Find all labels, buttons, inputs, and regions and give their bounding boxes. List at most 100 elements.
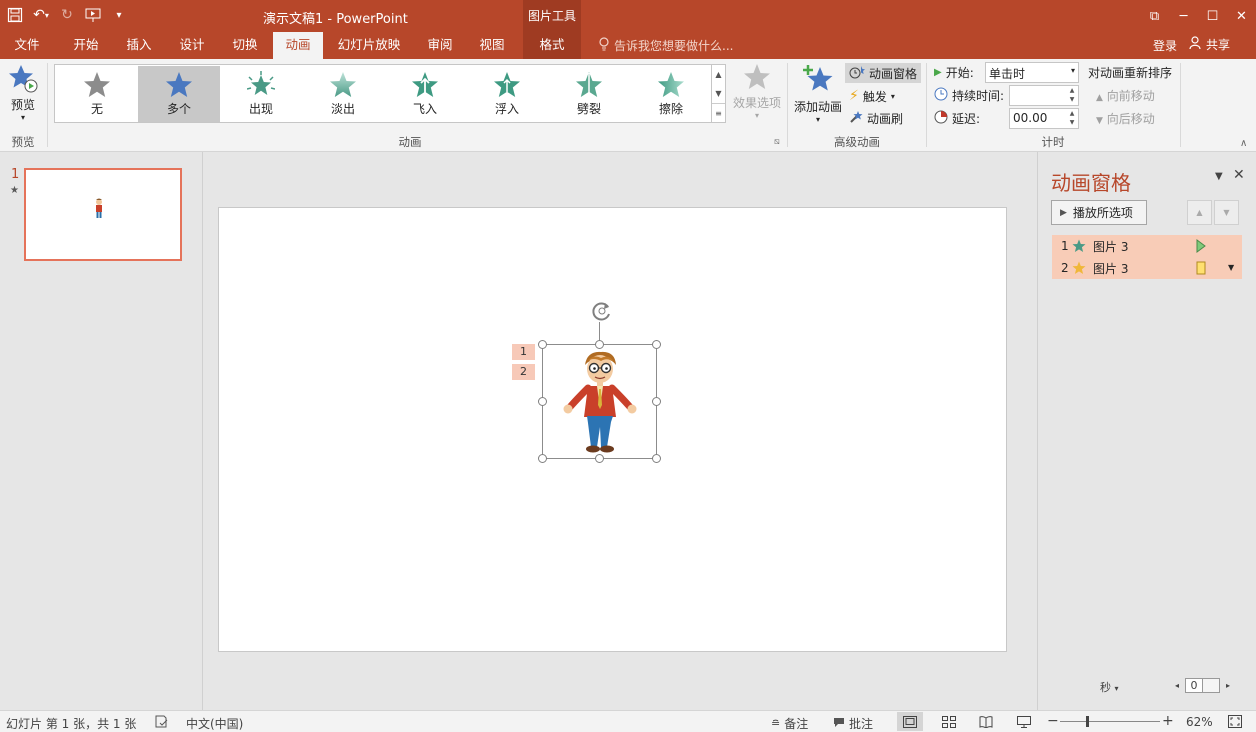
- slideshow-view-icon[interactable]: [1011, 712, 1037, 731]
- ribbon-display-options-icon[interactable]: ⧉: [1140, 0, 1169, 32]
- save-icon[interactable]: [4, 4, 26, 26]
- rotate-handle-icon[interactable]: [590, 299, 614, 323]
- animation-float-in[interactable]: 浮入: [466, 66, 548, 122]
- resize-handle[interactable]: [538, 454, 547, 463]
- minimize-icon[interactable]: ─: [1169, 0, 1198, 32]
- delay-input[interactable]: 00.00 ▲ ▼: [1009, 108, 1079, 129]
- ribbon: 预览 ▾ 预览 无 多个 出现 淡出 飞入 浮入 劈裂 擦除 ▲ ▼ ≡ 效果选…: [0, 59, 1256, 152]
- animation-split[interactable]: 劈裂: [548, 66, 630, 122]
- slide-thumbnail[interactable]: [24, 168, 182, 261]
- share-button[interactable]: 共享: [1189, 36, 1230, 53]
- animation-index: 1: [1061, 239, 1069, 253]
- gallery-more-icon[interactable]: ≡: [712, 103, 725, 122]
- tab-slideshow[interactable]: 幻灯片放映: [332, 32, 406, 59]
- tab-review[interactable]: 审阅: [418, 32, 462, 59]
- slide-sorter-view-icon[interactable]: [936, 712, 962, 731]
- comments-button[interactable]: 批注: [833, 715, 873, 732]
- tab-transitions[interactable]: 切换: [223, 32, 267, 59]
- preview-button[interactable]: 预览 ▾: [4, 63, 42, 122]
- animation-multiple[interactable]: 多个: [138, 66, 220, 122]
- trigger-button[interactable]: ⚡ 触发 ▾: [849, 86, 895, 106]
- add-animation-dropdown-icon: ▾: [815, 115, 820, 124]
- start-slideshow-icon[interactable]: [82, 4, 104, 26]
- animation-none[interactable]: 无: [56, 66, 138, 122]
- play-selected-button[interactable]: ▶ 播放所选项: [1051, 200, 1147, 225]
- separator: [787, 63, 788, 147]
- animation-tag[interactable]: 2: [512, 364, 535, 380]
- seconds-menu[interactable]: 秒 ▾: [1100, 679, 1119, 695]
- close-pane-icon[interactable]: ✕: [1233, 167, 1245, 183]
- animation-appear[interactable]: 出现: [220, 66, 302, 122]
- move-later-button[interactable]: ▼ 向后移动: [1096, 110, 1155, 127]
- animation-wipe[interactable]: 擦除: [630, 66, 712, 122]
- person-icon: [1189, 36, 1203, 53]
- resize-handle[interactable]: [538, 397, 547, 406]
- tab-design[interactable]: 设计: [170, 32, 214, 59]
- reorder-label: 对动画重新排序: [1088, 66, 1173, 80]
- tab-insert[interactable]: 插入: [117, 32, 161, 59]
- gallery-scroll-up-icon[interactable]: ▲: [712, 65, 725, 84]
- preview-dropdown-icon[interactable]: ▾: [4, 113, 42, 122]
- notes-icon: ≘: [771, 717, 781, 730]
- maximize-icon[interactable]: ☐: [1198, 0, 1227, 32]
- pane-options-dropdown-icon[interactable]: ▼: [1215, 171, 1223, 182]
- delay-spinner[interactable]: ▲ ▼: [1066, 109, 1078, 128]
- duration-input[interactable]: ▲ ▼: [1009, 85, 1079, 106]
- close-icon[interactable]: ✕: [1227, 0, 1256, 32]
- animation-painter-label: 动画刷: [867, 111, 904, 126]
- timeline-right-icon[interactable]: ▸: [1226, 681, 1230, 690]
- zoom-slider-thumb[interactable]: [1086, 716, 1089, 727]
- notes-button[interactable]: ≘ 备注: [771, 715, 808, 732]
- zoom-in-icon[interactable]: +: [1162, 713, 1174, 729]
- start-select[interactable]: 单击时 ▾: [985, 62, 1079, 83]
- resize-handle[interactable]: [595, 340, 604, 349]
- resize-handle[interactable]: [538, 340, 547, 349]
- tab-animations[interactable]: 动画: [273, 32, 323, 59]
- add-animation-button[interactable]: 添加动画 ▾: [792, 63, 844, 124]
- zoom-level[interactable]: 62%: [1186, 715, 1213, 729]
- gallery-scroll-down-icon[interactable]: ▼: [712, 84, 725, 103]
- star-icon: [84, 72, 110, 97]
- tab-home[interactable]: 开始: [64, 32, 108, 59]
- fit-to-window-icon[interactable]: [1228, 715, 1242, 728]
- timeline-left-icon[interactable]: ◂: [1175, 681, 1179, 690]
- animation-fly-in[interactable]: 飞入: [384, 66, 466, 122]
- animation-list-item[interactable]: 2 图片 3 ▼: [1052, 257, 1242, 279]
- animation-painter-button[interactable]: 动画刷: [849, 108, 903, 128]
- language-indicator[interactable]: 中文(中国): [186, 715, 243, 732]
- effect-options-button[interactable]: 效果选项 ▾: [730, 63, 784, 120]
- move-up-icon[interactable]: ▲: [1187, 200, 1212, 225]
- selected-picture[interactable]: [542, 344, 657, 459]
- resize-handle[interactable]: [652, 397, 661, 406]
- animation-fade[interactable]: 淡出: [302, 66, 384, 122]
- zoom-out-icon[interactable]: −: [1047, 713, 1059, 729]
- move-earlier-button[interactable]: ▲ 向前移动: [1096, 87, 1155, 104]
- customize-qat-icon[interactable]: ▾: [108, 4, 130, 26]
- reading-view-icon[interactable]: [973, 712, 999, 731]
- redo-icon[interactable]: ↻: [56, 4, 78, 26]
- duration-spinner[interactable]: ▲ ▼: [1066, 86, 1078, 105]
- dialog-launcher-icon[interactable]: ⧅: [774, 137, 780, 147]
- normal-view-icon[interactable]: [897, 712, 923, 731]
- gallery-scrollbar: ▲ ▼ ≡: [712, 64, 726, 123]
- animation-tag[interactable]: 1: [512, 344, 535, 360]
- zoom-slider-track[interactable]: [1060, 721, 1160, 722]
- animation-pane-button[interactable]: 动画窗格: [845, 63, 922, 83]
- move-down-icon[interactable]: ▼: [1214, 200, 1239, 225]
- effect-options-label: 效果选项: [732, 96, 781, 110]
- timeline-value[interactable]: 0: [1185, 678, 1204, 693]
- signin-link[interactable]: 登录: [1153, 37, 1177, 54]
- resize-handle[interactable]: [652, 454, 661, 463]
- tab-file[interactable]: 文件: [6, 32, 48, 59]
- tab-view[interactable]: 视图: [470, 32, 514, 59]
- resize-handle[interactable]: [595, 454, 604, 463]
- tell-me-box[interactable]: 告诉我您想要做什么...: [598, 37, 733, 54]
- undo-icon[interactable]: ↶ ▾: [30, 4, 52, 26]
- group-label-preview: 预览: [11, 135, 35, 149]
- collapse-ribbon-icon[interactable]: ∧: [1240, 138, 1247, 149]
- item-dropdown-icon[interactable]: ▼: [1228, 263, 1234, 272]
- spelling-check-icon[interactable]: [155, 715, 169, 728]
- tab-format[interactable]: 格式: [523, 32, 581, 59]
- resize-handle[interactable]: [652, 340, 661, 349]
- animation-list-item[interactable]: 1 图片 3: [1052, 235, 1242, 257]
